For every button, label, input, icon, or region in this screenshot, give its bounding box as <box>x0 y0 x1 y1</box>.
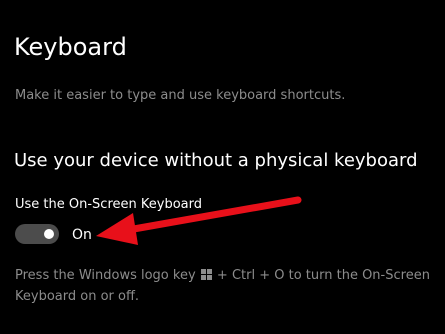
section-heading: Use your device without a physical keybo… <box>14 150 418 171</box>
toggle-state-label: On <box>72 227 92 243</box>
toggle-knob <box>44 229 54 239</box>
page-title: Keyboard <box>14 33 127 61</box>
shortcut-help-text: Press the Windows logo key + Ctrl + O to… <box>15 266 435 307</box>
on-screen-keyboard-toggle[interactable] <box>15 224 59 244</box>
page-description: Make it easier to type and use keyboard … <box>15 88 346 103</box>
help-text-start: Press the Windows logo key <box>15 268 196 283</box>
on-screen-keyboard-label: Use the On-Screen Keyboard <box>15 197 202 212</box>
windows-logo-icon <box>200 267 212 287</box>
